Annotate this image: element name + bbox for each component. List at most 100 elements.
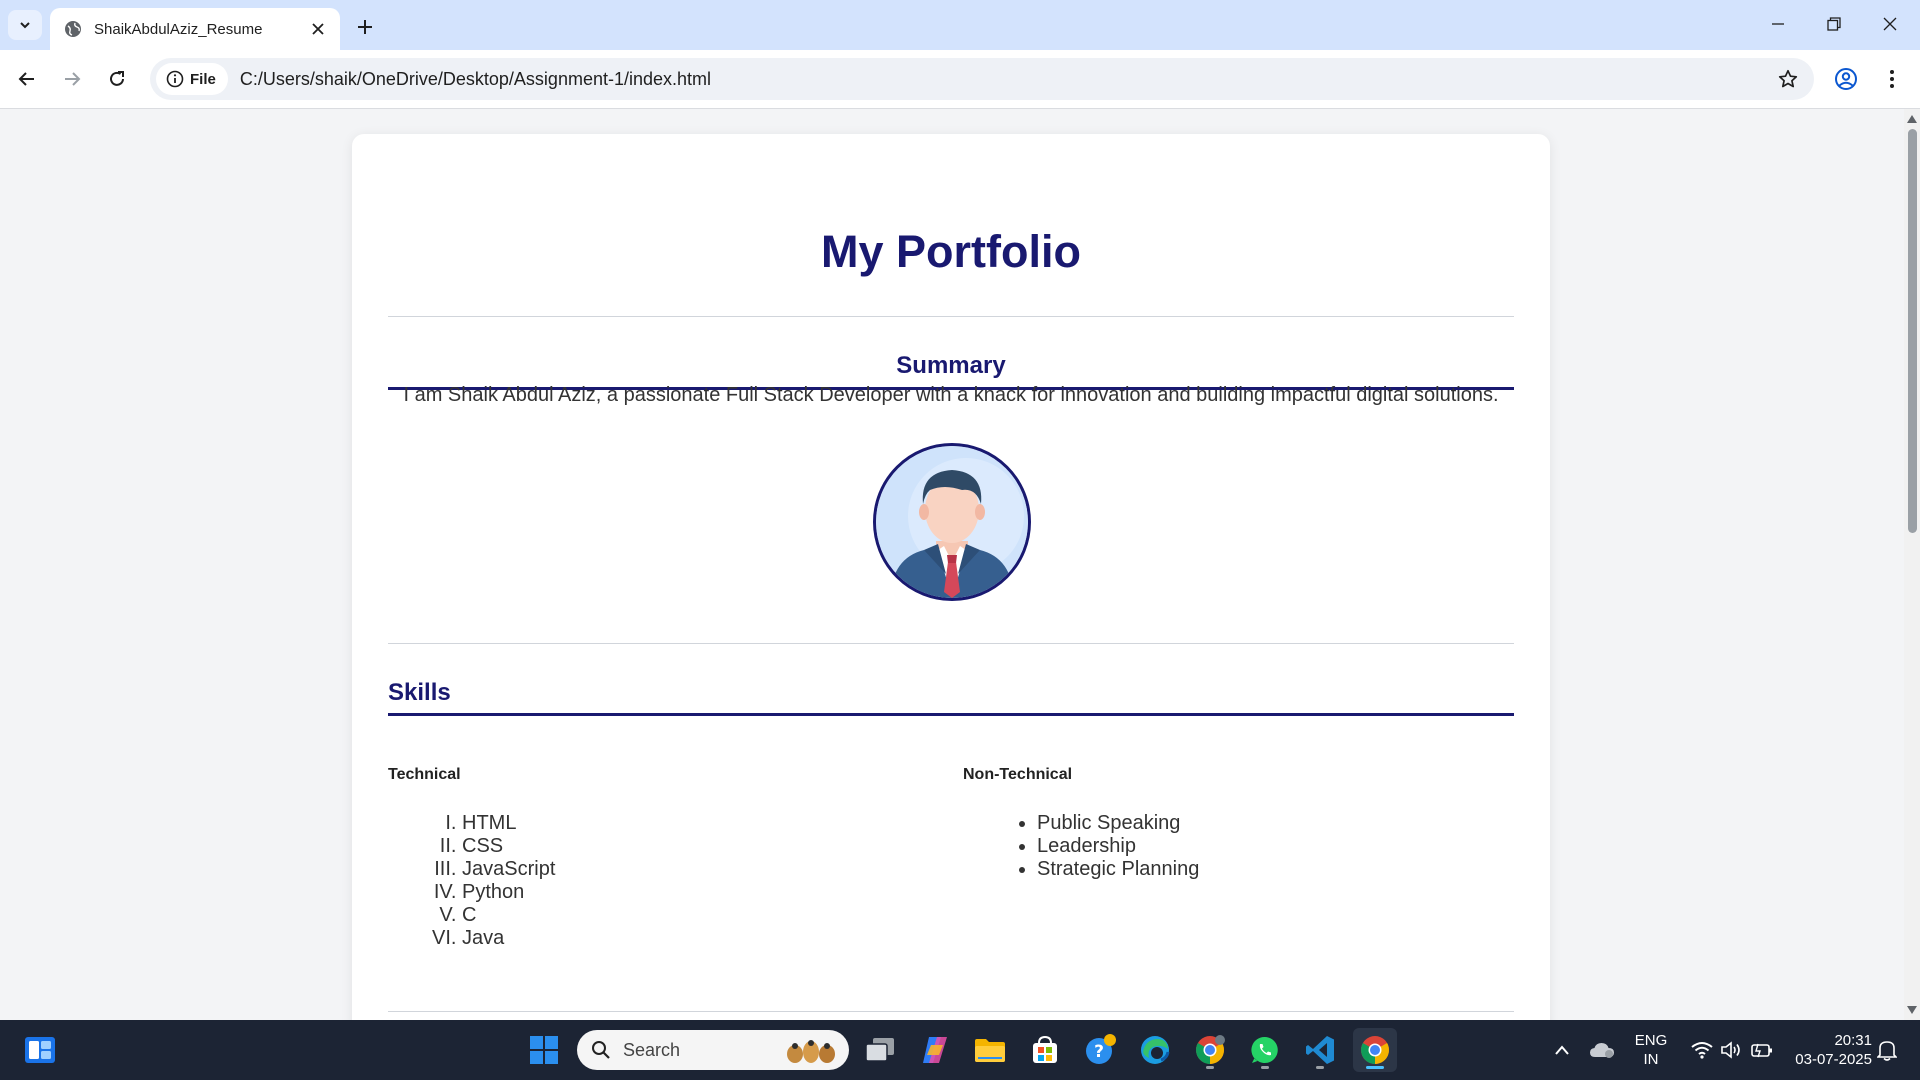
list-item: Strategic Planning bbox=[1037, 858, 1199, 881]
vscode-button[interactable] bbox=[1298, 1028, 1342, 1072]
wifi-icon bbox=[1691, 1042, 1713, 1059]
close-window-button[interactable] bbox=[1862, 0, 1918, 48]
tab-title: ShaikAbdulAziz_Resume bbox=[94, 20, 263, 38]
task-view-icon bbox=[865, 1038, 894, 1062]
chrome-icon bbox=[1196, 1035, 1225, 1064]
close-icon bbox=[1883, 17, 1897, 31]
notification-bell-icon bbox=[1877, 1041, 1897, 1061]
chrome-profile-button[interactable] bbox=[1188, 1028, 1232, 1072]
skills-heading-underline bbox=[388, 713, 1514, 716]
task-view-button[interactable] bbox=[858, 1028, 902, 1072]
search-highlight-icon bbox=[787, 1040, 835, 1063]
help-icon: ? bbox=[1086, 1034, 1116, 1064]
triangle-up-icon bbox=[1907, 115, 1917, 123]
back-button[interactable] bbox=[9, 61, 45, 97]
quick-settings-button[interactable] bbox=[1682, 1028, 1782, 1072]
cloud-icon bbox=[1590, 1043, 1614, 1058]
reload-button[interactable] bbox=[99, 61, 135, 97]
store-icon bbox=[1033, 1035, 1057, 1063]
search-icon bbox=[592, 1041, 610, 1059]
windows-logo-icon bbox=[530, 1036, 558, 1064]
running-indicator bbox=[1261, 1066, 1269, 1069]
page-viewport: My Portfolio Summary I am Shaik Abdul Az… bbox=[0, 109, 1904, 1020]
chrome-button[interactable] bbox=[1353, 1028, 1397, 1072]
restore-button[interactable] bbox=[1806, 0, 1862, 48]
portfolio-card: My Portfolio Summary I am Shaik Abdul Az… bbox=[352, 134, 1550, 1020]
list-item: CSS bbox=[462, 835, 555, 858]
scroll-up-button[interactable] bbox=[1906, 113, 1918, 125]
forward-button[interactable] bbox=[54, 61, 90, 97]
divider bbox=[388, 316, 1514, 317]
clock[interactable]: 20:31 03-07-2025 bbox=[1782, 1031, 1872, 1069]
start-button[interactable] bbox=[522, 1028, 566, 1072]
volume-icon bbox=[1721, 1041, 1740, 1059]
profile-button[interactable] bbox=[1828, 61, 1864, 97]
scroll-down-button[interactable] bbox=[1906, 1004, 1918, 1016]
divider bbox=[388, 643, 1514, 644]
microsoft-store-button[interactable] bbox=[1023, 1028, 1067, 1072]
region-label: IN bbox=[1643, 1051, 1659, 1068]
widgets-button[interactable] bbox=[18, 1028, 62, 1072]
browser-tab[interactable]: ShaikAbdulAziz_Resume bbox=[50, 8, 340, 50]
kebab-menu-icon bbox=[1890, 70, 1894, 88]
skills-heading: Skills bbox=[388, 679, 451, 706]
list-item: C bbox=[462, 904, 555, 927]
clock-time: 20:31 bbox=[1834, 1032, 1872, 1049]
onedrive-button[interactable] bbox=[1580, 1028, 1624, 1072]
summary-heading: Summary bbox=[896, 352, 1006, 379]
notifications-button[interactable] bbox=[1872, 1028, 1902, 1072]
taskbar-search-placeholder: Search bbox=[623, 1039, 681, 1060]
chevron-up-icon bbox=[1555, 1045, 1569, 1055]
arrow-left-icon bbox=[18, 72, 34, 86]
site-info-label: File bbox=[190, 70, 216, 88]
show-hidden-icons-button[interactable] bbox=[1540, 1028, 1584, 1072]
info-icon bbox=[166, 70, 184, 88]
edge-button[interactable] bbox=[1133, 1028, 1177, 1072]
browser-toolbar: File C:/Users/shaik/OneDrive/Desktop/Ass… bbox=[0, 50, 1920, 109]
whatsapp-button[interactable] bbox=[1243, 1028, 1287, 1072]
new-tab-button[interactable] bbox=[350, 12, 380, 42]
minimize-icon bbox=[1772, 23, 1784, 25]
businessman-avatar-icon bbox=[876, 446, 1028, 598]
tab-strip: ShaikAbdulAziz_Resume bbox=[0, 0, 1920, 50]
whatsapp-icon bbox=[1251, 1036, 1278, 1063]
tab-search-button[interactable] bbox=[8, 10, 42, 40]
bookmark-button[interactable] bbox=[1772, 63, 1804, 95]
url-text[interactable]: C:/Users/shaik/OneDrive/Desktop/Assignme… bbox=[240, 69, 711, 90]
scroll-thumb[interactable] bbox=[1908, 129, 1917, 533]
close-tab-button[interactable] bbox=[306, 17, 330, 41]
site-info-chip[interactable]: File bbox=[156, 63, 228, 95]
language-label: ENG bbox=[1634, 1032, 1668, 1049]
widgets-icon bbox=[25, 1037, 55, 1063]
page-title: My Portfolio bbox=[821, 226, 1081, 277]
copilot-button[interactable] bbox=[913, 1028, 957, 1072]
folder-icon bbox=[975, 1039, 1005, 1062]
technical-skills-heading: Technical bbox=[388, 766, 461, 783]
chevron-down-icon bbox=[20, 22, 30, 29]
arrow-right-icon bbox=[65, 72, 81, 86]
summary-text: I am Shaik Abdul Aziz, a passionate Full… bbox=[403, 384, 1499, 406]
profile-icon bbox=[1835, 68, 1857, 90]
page-scrollbar[interactable] bbox=[1904, 109, 1920, 1020]
taskbar-search[interactable]: Search bbox=[577, 1030, 849, 1070]
list-item: Leadership bbox=[1037, 835, 1199, 858]
chrome-icon bbox=[1361, 1036, 1389, 1064]
svg-text:?: ? bbox=[1094, 1042, 1104, 1062]
input-language-indicator[interactable]: ENG IN bbox=[1628, 1031, 1674, 1069]
avatar bbox=[873, 443, 1031, 601]
taskbar: Search ? ENG IN 20:31 03-07-2025 bbox=[0, 1020, 1920, 1080]
clock-date: 03-07-2025 bbox=[1795, 1051, 1872, 1068]
triangle-down-icon bbox=[1907, 1006, 1917, 1014]
file-explorer-button[interactable] bbox=[968, 1028, 1012, 1072]
running-indicator bbox=[1366, 1066, 1384, 1069]
minimize-button[interactable] bbox=[1750, 0, 1806, 48]
running-indicator bbox=[1316, 1066, 1324, 1069]
technical-skills-list: HTML CSS JavaScript Python C Java bbox=[462, 812, 555, 950]
help-app-button[interactable]: ? bbox=[1078, 1028, 1122, 1072]
list-item: Java bbox=[462, 927, 555, 950]
edge-icon bbox=[1141, 1036, 1170, 1064]
menu-button[interactable] bbox=[1874, 61, 1910, 97]
plus-icon bbox=[358, 20, 372, 34]
address-bar[interactable]: File C:/Users/shaik/OneDrive/Desktop/Ass… bbox=[150, 58, 1814, 100]
battery-icon bbox=[1751, 1043, 1772, 1058]
